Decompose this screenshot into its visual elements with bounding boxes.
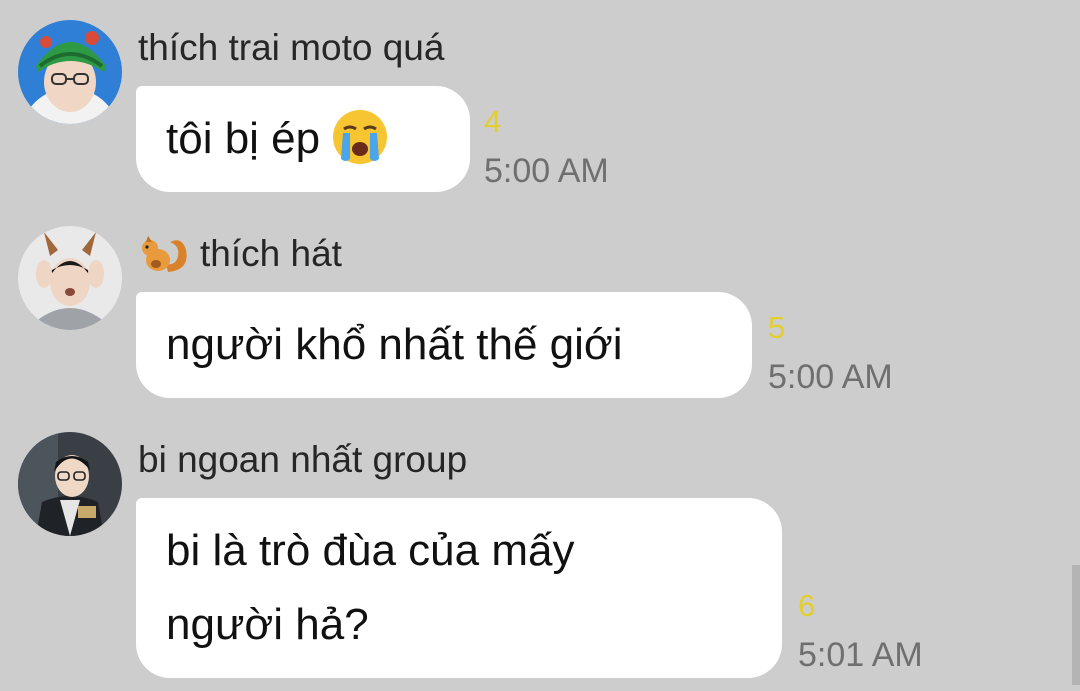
timestamp: 5:01 AM xyxy=(798,636,923,674)
message-text: tôi bị ép xyxy=(166,114,321,163)
sender-name-text: thích hát xyxy=(200,233,342,274)
sender-name: thích hát xyxy=(138,232,342,276)
crying-face-icon xyxy=(330,107,390,167)
sender-name-text: thích trai moto quá xyxy=(138,27,445,68)
sender-name: bi ngoan nhất group xyxy=(138,438,467,482)
message-text-line-2: người hả? xyxy=(166,600,369,649)
message-bubble[interactable]: người khổ nhất thế giới xyxy=(136,292,752,398)
squirrel-icon xyxy=(138,234,190,274)
message-bubble[interactable]: bi là trò đùa của mấy người hả? xyxy=(136,498,782,678)
sender-name: thích trai moto quá xyxy=(138,26,444,70)
read-count: 5 xyxy=(768,310,786,345)
avatar[interactable] xyxy=(18,432,122,536)
read-count: 4 xyxy=(484,104,502,139)
sender-name-text: bi ngoan nhất group xyxy=(138,439,468,480)
read-count: 6 xyxy=(798,588,816,623)
message-bubble[interactable]: tôi bị ép xyxy=(136,86,470,192)
avatar[interactable] xyxy=(18,226,122,330)
timestamp: 5:00 AM xyxy=(768,358,893,396)
timestamp: 5:00 AM xyxy=(484,152,609,190)
scrollbar[interactable] xyxy=(1072,565,1080,685)
avatar[interactable] xyxy=(18,20,122,124)
message-text-line-1: bi là trò đùa của mấy xyxy=(166,526,575,575)
message-text: người khổ nhất thế giới xyxy=(166,320,623,369)
